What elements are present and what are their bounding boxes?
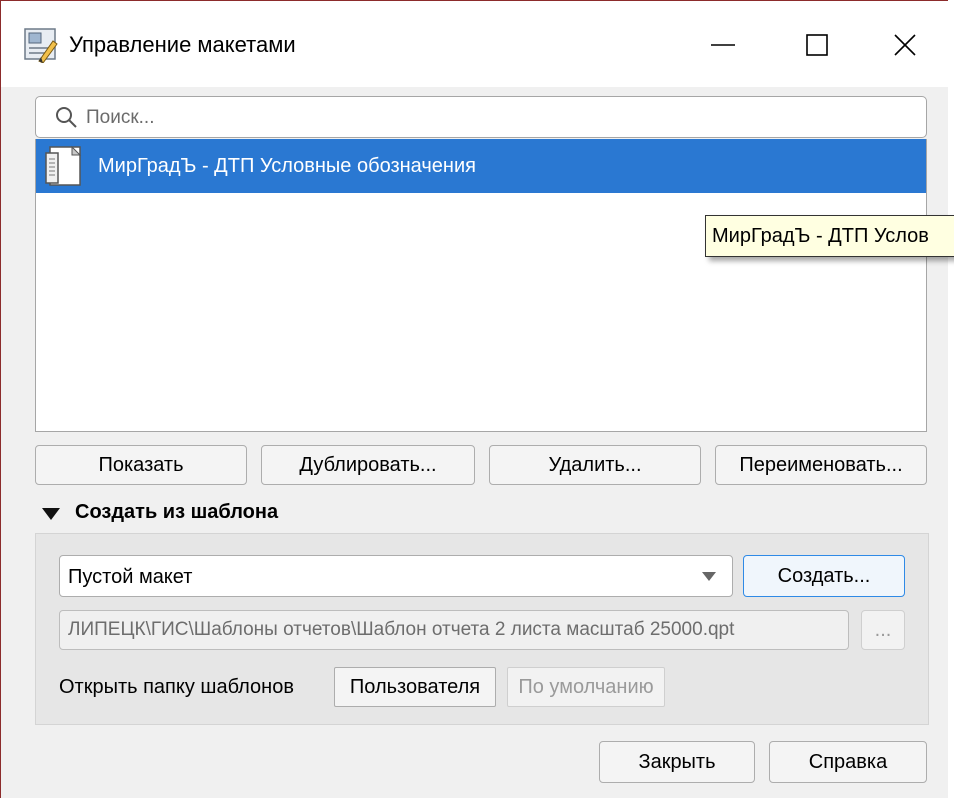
print-layout-icon (45, 145, 82, 186)
delete-button[interactable]: Удалить... (489, 445, 701, 485)
search-input[interactable] (84, 99, 918, 137)
window-edge (948, 0, 954, 798)
search-icon (56, 107, 77, 128)
rename-button[interactable]: Переименовать... (715, 445, 927, 485)
minimize-icon (711, 44, 735, 46)
maximize-button[interactable] (787, 21, 847, 69)
title-bar: Управление макетами (1, 1, 949, 87)
duplicate-button[interactable]: Дублировать... (261, 445, 475, 485)
show-button[interactable]: Показать (35, 445, 247, 485)
help-button[interactable]: Справка (769, 741, 927, 783)
chevron-down-icon (702, 572, 716, 581)
search-box (35, 96, 927, 138)
template-select[interactable]: Пустой макет (59, 555, 733, 597)
close-button[interactable]: Закрыть (599, 741, 755, 783)
layout-manager-icon (24, 28, 58, 63)
maximize-icon (806, 34, 828, 56)
create-button[interactable]: Создать... (743, 555, 905, 597)
layouts-list[interactable]: МирГрадЪ - ДТП Условные обозначения (35, 139, 927, 432)
close-icon (894, 34, 916, 56)
template-select-value: Пустой макет (68, 566, 193, 588)
collapse-triangle-icon (42, 508, 60, 520)
window-title: Управление макетами (69, 32, 296, 57)
template-path-field: ЛИПЕЦК\ГИС\Шаблоны отчетов\Шаблон отчета… (59, 610, 849, 650)
browse-button: ... (861, 610, 905, 650)
user-folder-button[interactable]: Пользователя (334, 667, 496, 707)
open-folder-label: Открыть папку шаблонов (59, 676, 294, 698)
default-folder-button: По умолчанию (507, 667, 665, 707)
close-window-button[interactable] (875, 21, 935, 69)
item-tooltip: МирГрадЪ - ДТП Услов (705, 215, 954, 257)
layout-manager-window: Управление макетами Поиск... МирГрадЪ - … (0, 0, 949, 798)
list-item[interactable]: МирГрадЪ - ДТП Условные обозначения (36, 139, 926, 193)
list-item-label: МирГрадЪ - ДТП Условные обозначения (98, 155, 476, 177)
section-title: Создать из шаблона (75, 501, 279, 523)
minimize-button[interactable] (693, 21, 753, 69)
